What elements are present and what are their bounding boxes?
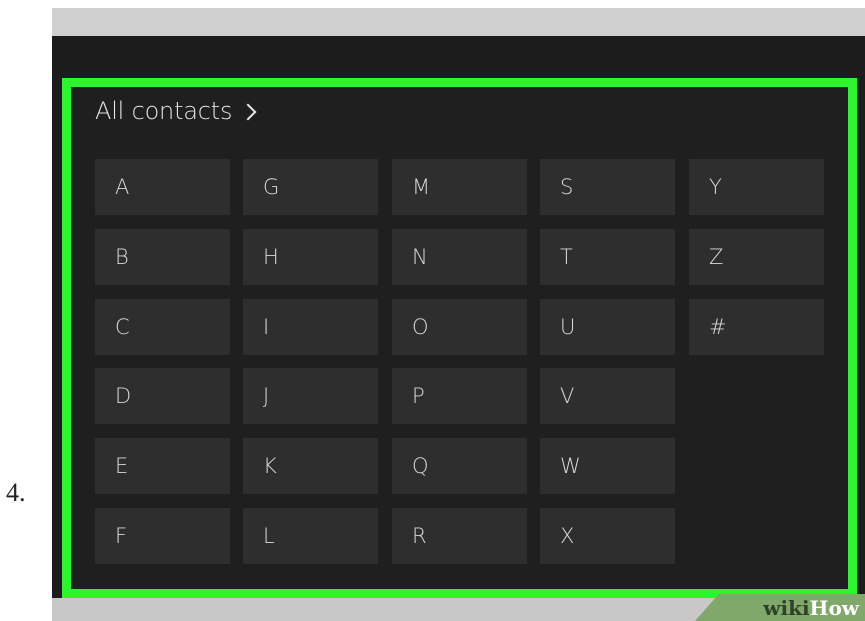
wikihow-logo: wiki How bbox=[695, 594, 865, 621]
contacts-panel-highlight: All contacts A B C D E F G H I J K L M N… bbox=[62, 78, 857, 598]
letter-tile-s[interactable]: S bbox=[540, 159, 675, 215]
letter-tile-v[interactable]: V bbox=[540, 368, 675, 424]
all-contacts-header[interactable]: All contacts bbox=[95, 97, 257, 125]
letter-tile-l[interactable]: L bbox=[243, 508, 378, 564]
letter-tile-o[interactable]: O bbox=[392, 299, 527, 355]
letter-tile-e[interactable]: E bbox=[95, 438, 230, 494]
letter-tile-z[interactable]: Z bbox=[689, 229, 824, 285]
wikihow-logo-how: How bbox=[809, 595, 859, 620]
letter-tile-d[interactable]: D bbox=[95, 368, 230, 424]
letter-tile-i[interactable]: I bbox=[243, 299, 378, 355]
letter-tile-a[interactable]: A bbox=[95, 159, 230, 215]
letter-tile-p[interactable]: P bbox=[392, 368, 527, 424]
letter-tile-m[interactable]: M bbox=[392, 159, 527, 215]
letter-tile-h[interactable]: H bbox=[243, 229, 378, 285]
letter-tile-n[interactable]: N bbox=[392, 229, 527, 285]
screenshot-frame: All contacts A B C D E F G H I J K L M N… bbox=[52, 8, 865, 621]
step-number: 4. bbox=[6, 478, 26, 507]
all-contacts-label: All contacts bbox=[95, 97, 233, 125]
letter-tile-g[interactable]: G bbox=[243, 159, 378, 215]
letter-tile-u[interactable]: U bbox=[540, 299, 675, 355]
letter-tile-y[interactable]: Y bbox=[689, 159, 824, 215]
letter-tile-w[interactable]: W bbox=[540, 438, 675, 494]
letter-tile-k[interactable]: K bbox=[243, 438, 378, 494]
chevron-right-icon bbox=[239, 103, 257, 121]
letter-tile-c[interactable]: C bbox=[95, 299, 230, 355]
letter-tile-t[interactable]: T bbox=[540, 229, 675, 285]
letter-tile-r[interactable]: R bbox=[392, 508, 527, 564]
letter-tile-f[interactable]: F bbox=[95, 508, 230, 564]
wikihow-logo-wiki: wiki bbox=[763, 595, 810, 620]
letter-tile-j[interactable]: J bbox=[243, 368, 378, 424]
letter-tile-b[interactable]: B bbox=[95, 229, 230, 285]
letter-tile-q[interactable]: Q bbox=[392, 438, 527, 494]
letter-tile-x[interactable]: X bbox=[540, 508, 675, 564]
letter-tile-hash[interactable]: # bbox=[689, 299, 824, 355]
